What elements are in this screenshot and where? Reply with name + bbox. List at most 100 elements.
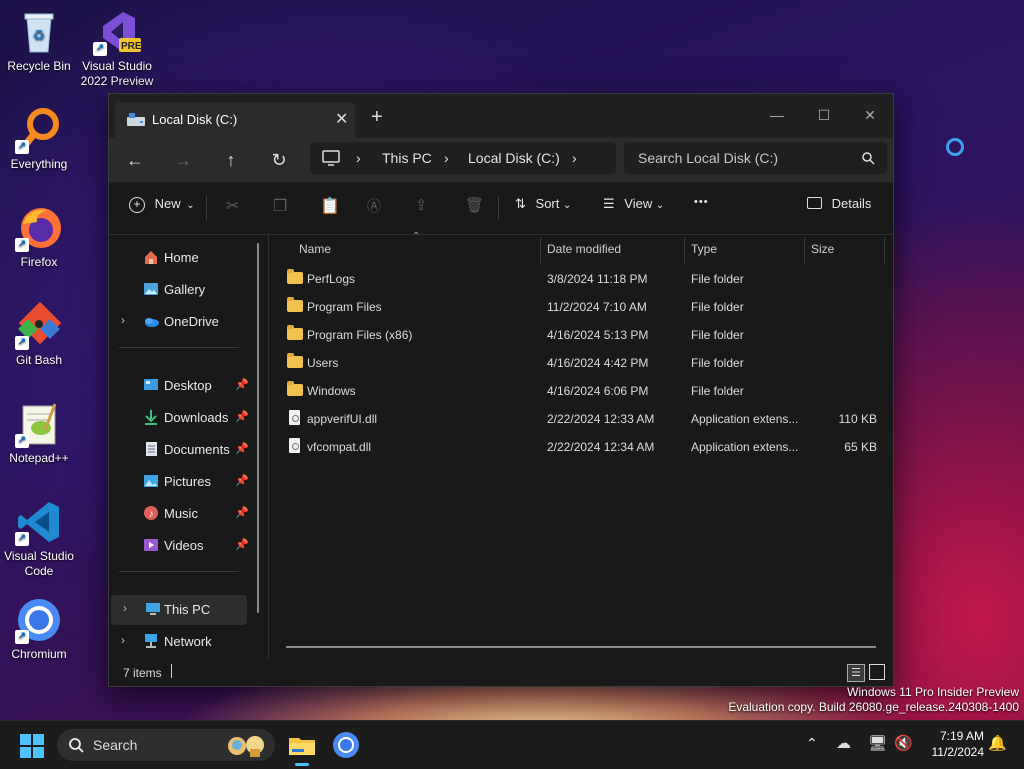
chevron-right-icon[interactable]: › [121, 633, 125, 647]
back-button[interactable]: ← [121, 146, 149, 174]
up-button[interactable]: ↑ [217, 146, 245, 174]
paste-icon[interactable]: 📋 [320, 196, 340, 216]
address-bar[interactable]: › This PC › Local Disk (C:) › [310, 142, 616, 174]
delete-icon[interactable]: 🗑 [465, 196, 484, 214]
sidebar-item-desktop[interactable]: Desktop 📌 [109, 371, 257, 399]
sort-button[interactable]: ⇅ Sort ⌄ [515, 196, 571, 212]
chevron-right-icon[interactable]: › [123, 601, 127, 615]
file-date-modified: 2/22/2024 12:34 AM [547, 440, 655, 454]
breadcrumb-this-pc[interactable]: This PC [382, 150, 432, 166]
pin-icon[interactable]: 📌 [235, 538, 249, 551]
details-pane-button[interactable]: Details [807, 196, 871, 211]
sidebar-scrollbar[interactable] [257, 243, 259, 613]
status-bar: 7 items ☰ [109, 660, 893, 686]
table-row[interactable]: Program Files (x86) 4/16/2024 5:13 PM File… [277, 321, 877, 349]
table-row[interactable]: Users 4/16/2024 4:42 PM File folder [277, 349, 877, 377]
new-button[interactable]: + New ⌄ [129, 196, 195, 213]
column-size[interactable]: Size [811, 242, 834, 256]
file-name: Program Files (x86) [307, 328, 413, 342]
desktop-icon-firefox[interactable]: ↗ Firefox [1, 204, 77, 270]
pin-icon[interactable]: 📌 [235, 506, 249, 519]
sidebar-item-onedrive[interactable]: › OneDrive [109, 307, 257, 335]
search-box[interactable]: Search Local Disk (C:) [624, 142, 887, 174]
table-row[interactable]: appverifUI.dll 2/22/2024 12:33 AM Applicat… [277, 405, 877, 433]
minimize-button[interactable]: — [754, 100, 800, 130]
notification-bell-icon[interactable]: 🔔 [988, 734, 1007, 752]
column-divider[interactable] [684, 237, 685, 263]
new-tab-button[interactable]: + [371, 106, 383, 129]
sort-label: Sort [535, 196, 560, 211]
chevron-right-icon[interactable]: › [121, 313, 125, 327]
view-icon: ☰ [603, 196, 615, 211]
desktop-icon-everything[interactable]: ↗ Everything [1, 106, 77, 172]
more-options-button[interactable]: ••• [694, 196, 709, 208]
forward-button[interactable]: → [169, 146, 197, 174]
network-status-icon[interactable]: 🖥 [868, 734, 887, 752]
file-explorer-taskbar-button[interactable] [286, 729, 318, 766]
taskbar-search-label: Search [93, 737, 138, 753]
sidebar-item-gallery[interactable]: Gallery [109, 275, 257, 303]
rename-icon[interactable]: Ⓐ [367, 196, 381, 216]
onedrive-offline-icon[interactable]: ☁ [836, 734, 851, 752]
sidebar-item-documents[interactable]: Documents 📌 [109, 435, 257, 463]
table-row[interactable]: Windows 4/16/2024 6:06 PM File folder [277, 377, 877, 405]
sidebar-item-downloads[interactable]: Downloads 📌 [109, 403, 257, 431]
file-name: Windows [307, 384, 356, 398]
close-window-button[interactable]: ✕ [847, 100, 893, 130]
desktop-icon-visual-studio-preview[interactable]: PRE ↗ Visual Studio 2022 Preview [79, 8, 155, 89]
desktop-icon-notepad-plus-plus[interactable]: ↗ Notepad++ [1, 400, 77, 466]
cut-icon[interactable]: ✂ [226, 196, 239, 216]
sidebar-item-home[interactable]: Home [109, 243, 257, 271]
sidebar-item-network[interactable]: › Network [109, 627, 257, 655]
start-button[interactable] [20, 734, 44, 758]
sidebar-item-pictures[interactable]: Pictures 📌 [109, 467, 257, 495]
sidebar-item-label: Music [164, 506, 198, 521]
file-name: Program Files [307, 300, 382, 314]
volume-muted-icon[interactable]: 🔇 [894, 734, 913, 752]
share-icon[interactable]: ⇪ [415, 196, 428, 214]
column-divider[interactable] [540, 237, 541, 263]
details-view-toggle-icon[interactable]: ☰ [847, 664, 865, 682]
search-input[interactable]: Search Local Disk (C:) [638, 150, 778, 166]
column-divider[interactable] [884, 237, 885, 263]
maximize-button[interactable]: ☐ [801, 100, 847, 130]
table-row[interactable]: Program Files 11/2/2024 7:10 AM File folde… [277, 293, 877, 321]
pin-icon[interactable]: 📌 [235, 442, 249, 455]
pin-icon[interactable]: 📌 [235, 378, 249, 391]
refresh-button[interactable]: ↻ [265, 146, 293, 174]
desktop-icon-label: Git Bash [15, 353, 63, 367]
table-row[interactable]: vfcompat.dll 2/22/2024 12:34 AM Applicatio… [277, 433, 877, 461]
shortcut-arrow-icon: ↗ [15, 140, 29, 154]
breadcrumb-local-disk[interactable]: Local Disk (C:) [468, 150, 560, 166]
desktop-icon-vscode[interactable]: ↗ Visual Studio Code [1, 498, 77, 579]
sidebar-item-music[interactable]: ♪ Music 📌 [109, 499, 257, 527]
desktop-icon-chromium[interactable]: ↗ Chromium [1, 596, 77, 662]
desktop-icon-git-bash[interactable]: ↗ Git Bash [1, 301, 77, 368]
chromium-icon [333, 732, 359, 758]
column-type[interactable]: Type [691, 242, 717, 256]
sidebar-item-videos[interactable]: Videos 📌 [109, 531, 257, 559]
column-name[interactable]: Name [299, 242, 331, 256]
view-button[interactable]: ☰ View ⌄ [603, 196, 664, 212]
table-row[interactable]: PerfLogs 3/8/2024 11:18 PM File folder [277, 265, 877, 293]
large-icons-view-toggle-icon[interactable] [869, 664, 885, 680]
taskbar-search-box[interactable]: Search [57, 729, 275, 761]
column-date-modified[interactable]: Date modified [547, 242, 621, 256]
sidebar-item-this-pc[interactable]: › This PC [111, 595, 247, 625]
desktop-icon-recycle-bin[interactable]: ♻ Recycle Bin [1, 8, 77, 74]
file-type: File folder [691, 272, 744, 286]
column-divider[interactable] [804, 237, 805, 263]
copy-icon[interactable]: ❐ [273, 196, 287, 216]
pin-icon[interactable]: 📌 [235, 474, 249, 487]
desktop-icon-label: Everything [10, 157, 68, 171]
navigation-bar: ← → ↑ ↻ › This PC › Local Disk (C:) › Se… [109, 138, 893, 182]
chromium-taskbar-button[interactable] [330, 729, 362, 761]
file-date-modified: 3/8/2024 11:18 PM [547, 272, 648, 286]
show-hidden-icons-icon[interactable]: ⌃ [806, 735, 818, 752]
file-name: vfcompat.dll [307, 440, 372, 454]
pin-icon[interactable]: 📌 [235, 410, 249, 423]
horizontal-scrollbar[interactable] [286, 646, 876, 648]
tab-local-disk[interactable]: Local Disk (C:) ✕ [115, 102, 355, 138]
clock[interactable]: 7:19 AM 11/2/2024 [922, 728, 985, 760]
close-tab-icon[interactable]: ✕ [335, 109, 348, 129]
